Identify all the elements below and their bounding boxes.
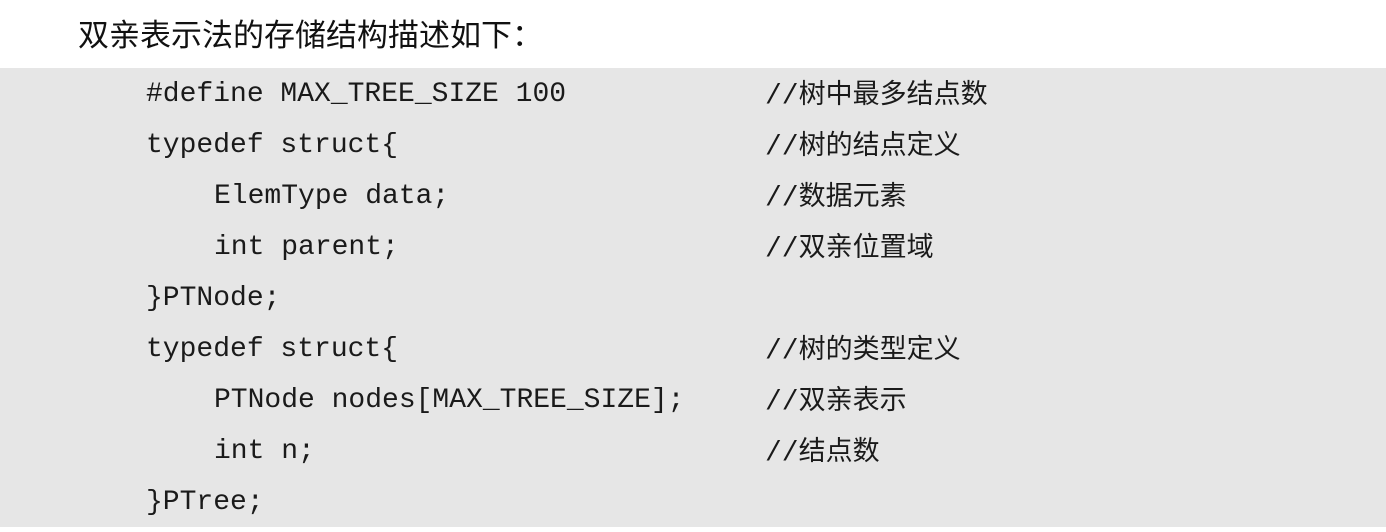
code-comment: //双亲位置域 <box>765 226 934 272</box>
code-comment: //树中最多结点数 <box>765 73 988 119</box>
code-text: typedef struct{ <box>146 130 399 161</box>
code-line: }PTree; <box>0 481 1386 532</box>
code-text: }PTree; <box>146 487 264 518</box>
code-line: typedef struct{ //树的结点定义 <box>0 124 1386 175</box>
code-text: ElemType data; <box>214 181 450 212</box>
code-line: int n; //结点数 <box>0 430 1386 481</box>
code-line: int parent; //双亲位置域 <box>0 226 1386 277</box>
code-line: ElemType data; //数据元素 <box>0 175 1386 226</box>
code-text: typedef struct{ <box>146 334 399 365</box>
comment-prefix: // <box>765 438 799 469</box>
code-text: int parent; <box>214 232 399 263</box>
comment-prefix: // <box>765 183 799 214</box>
comment-text: 树的类型定义 <box>798 334 961 365</box>
code-line: #define MAX_TREE_SIZE 100 //树中最多结点数 <box>0 73 1386 124</box>
comment-text: 数据元素 <box>798 181 907 212</box>
comment-text: 结点数 <box>798 436 880 467</box>
code-comment: //树的类型定义 <box>765 328 961 374</box>
code-text: #define MAX_TREE_SIZE 100 <box>146 79 567 110</box>
intro-text: 双亲表示法的存储结构描述如下： <box>78 18 543 54</box>
code-comment: //结点数 <box>765 430 880 476</box>
code-text: }PTNode; <box>146 283 281 314</box>
code-line: typedef struct{ //树的类型定义 <box>0 328 1386 379</box>
code-comment: //数据元素 <box>765 175 907 221</box>
comment-text: 树的结点定义 <box>798 130 961 161</box>
code-comment: //树的结点定义 <box>765 124 961 170</box>
code-text: PTNode nodes[MAX_TREE_SIZE]; <box>214 385 685 416</box>
comment-prefix: // <box>765 234 799 265</box>
comment-prefix: // <box>765 132 799 163</box>
comment-text: 双亲位置域 <box>798 232 934 263</box>
code-comment: //双亲表示 <box>765 379 907 425</box>
comment-prefix: // <box>765 387 799 418</box>
code-block: #define MAX_TREE_SIZE 100 //树中最多结点数 type… <box>0 68 1386 527</box>
code-text: int n; <box>214 436 315 467</box>
code-line: }PTNode; <box>0 277 1386 328</box>
comment-prefix: // <box>765 81 799 112</box>
comment-text: 双亲表示 <box>798 385 907 416</box>
code-line: PTNode nodes[MAX_TREE_SIZE]; //双亲表示 <box>0 379 1386 430</box>
comment-prefix: // <box>765 336 799 367</box>
comment-text: 树中最多结点数 <box>798 79 988 110</box>
